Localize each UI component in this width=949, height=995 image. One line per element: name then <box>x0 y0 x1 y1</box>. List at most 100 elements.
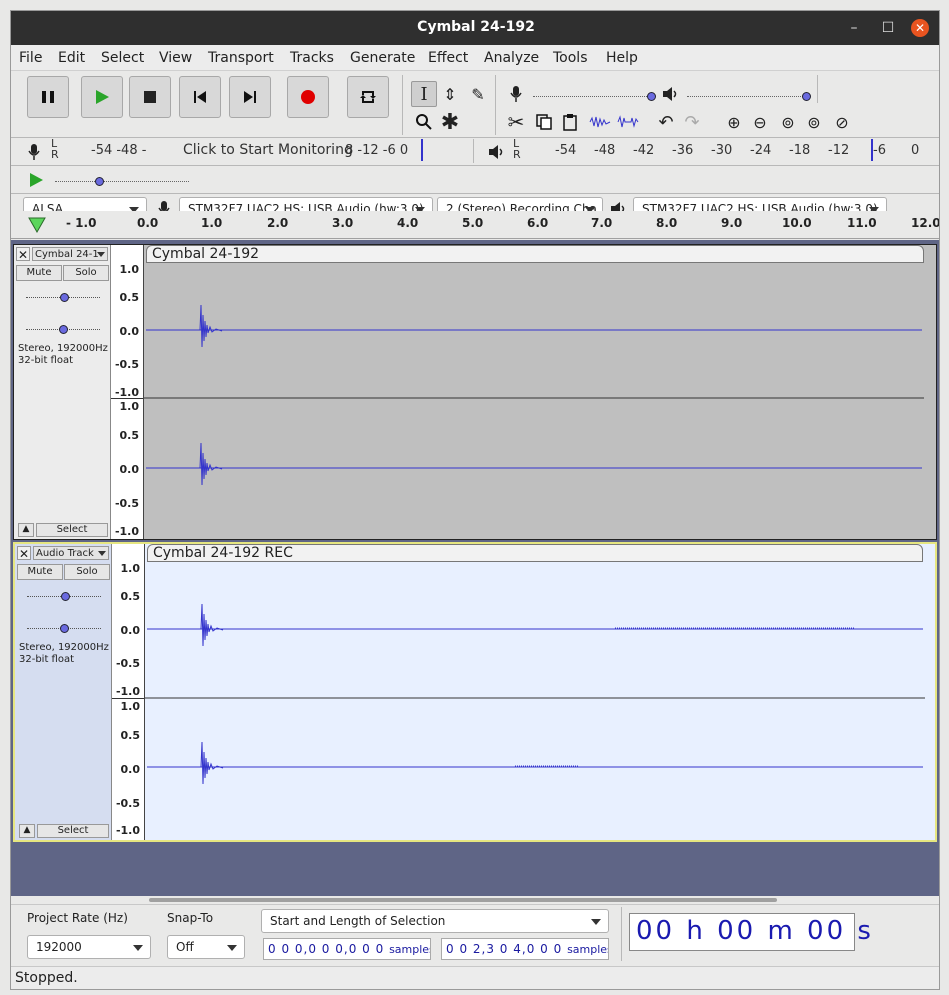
loop-button[interactable] <box>347 76 389 118</box>
pan-thumb[interactable] <box>59 325 68 334</box>
trim-button[interactable] <box>587 109 613 135</box>
selection-length-field[interactable]: 0 0 2,3 0 4,0 0 0 samples <box>441 938 609 960</box>
collapse-icon[interactable]: ▲ <box>19 824 35 838</box>
gain-thumb[interactable] <box>60 293 69 302</box>
zoom-in-button[interactable]: ⊕ <box>721 109 747 135</box>
record-meter-icon[interactable] <box>21 139 47 165</box>
scale-label: -0.5 <box>114 497 139 510</box>
horizontal-scrollbar[interactable] <box>11 896 939 904</box>
mute-button[interactable]: Mute <box>16 265 62 281</box>
playback-meter-icon[interactable] <box>483 139 509 165</box>
fit-project-icon: ⊚ <box>807 112 821 132</box>
cut-button[interactable]: ✂ <box>503 109 529 135</box>
fit-project-button[interactable]: ⊚ <box>801 109 827 135</box>
paste-button[interactable] <box>557 109 583 135</box>
play-icon <box>30 173 43 187</box>
menu-tools[interactable]: Tools <box>553 50 588 66</box>
maximize-button[interactable]: ☐ <box>879 19 897 37</box>
scale-label: 0.5 <box>120 729 141 742</box>
zoom-tool[interactable] <box>411 109 437 135</box>
play-speed-thumb[interactable] <box>95 177 104 186</box>
close-button[interactable]: ✕ <box>911 19 929 37</box>
envelope-tool[interactable]: ⇕ <box>437 81 463 107</box>
menu-effect[interactable]: Effect <box>428 50 468 66</box>
zoom-toggle-button[interactable]: ⊘ <box>829 109 855 135</box>
horizontal-scroll-thumb[interactable] <box>149 898 777 902</box>
track-close-button[interactable]: ✕ <box>16 247 30 262</box>
record-meter-scale-right: 8 -12 -6 0 <box>345 143 409 158</box>
track-bottom-bar: ▲ Select <box>16 521 109 537</box>
gain-thumb[interactable] <box>61 592 70 601</box>
magnifier-icon <box>416 114 432 130</box>
track-format-bits: 32-bit float <box>18 355 74 366</box>
zoom-out-button[interactable]: ⊖ <box>747 109 773 135</box>
play-at-speed-button[interactable] <box>23 167 49 193</box>
track-1-waveform[interactable]: Cymbal 24-192 <box>144 245 924 539</box>
track-name-menu[interactable]: Cymbal 24-1 <box>32 247 108 261</box>
scissors-icon: ✂ <box>507 110 525 134</box>
playback-meter-lr: LR <box>513 137 521 161</box>
microphone-icon <box>510 86 522 102</box>
solo-button[interactable]: Solo <box>63 265 109 281</box>
project-rate-select[interactable]: 192000 <box>27 935 151 959</box>
collapse-icon[interactable]: ▲ <box>18 523 34 537</box>
track-close-button[interactable]: ✕ <box>17 546 31 561</box>
multi-tool[interactable]: ✱ <box>437 109 463 135</box>
menu-select[interactable]: Select <box>101 50 144 66</box>
menu-edit[interactable]: Edit <box>58 50 85 66</box>
copy-icon <box>536 114 552 130</box>
play-speed-slider[interactable] <box>55 181 189 182</box>
scale-label: 0.0 <box>120 624 141 637</box>
record-volume-thumb[interactable] <box>647 92 656 101</box>
menu-transport[interactable]: Transport <box>208 50 274 66</box>
track-2-waveform[interactable]: Cymbal 24-192 REC <box>145 544 925 840</box>
track-select-button[interactable]: Select <box>36 523 108 537</box>
menu-file[interactable]: File <box>19 50 42 66</box>
fit-selection-icon: ⊚ <box>781 112 795 132</box>
snap-to-select[interactable]: Off <box>167 935 245 959</box>
stop-button[interactable] <box>129 76 171 118</box>
menu-view[interactable]: View <box>159 50 192 66</box>
selection-mode-select[interactable]: Start and Length of Selection <box>261 909 609 933</box>
selection-start-field[interactable]: 0 0 0,0 0 0,0 0 0 samples <box>263 938 431 960</box>
playback-volume-slider[interactable] <box>687 96 807 97</box>
audio-track-1[interactable]: ✕ Cymbal 24-1 Mute Solo Stereo, 192000Hz… <box>13 244 937 540</box>
record-volume-slider[interactable] <box>533 96 651 97</box>
menu-generate[interactable]: Generate <box>350 50 415 66</box>
pause-button[interactable] <box>27 76 69 118</box>
track-format-rate: Stereo, 192000Hz <box>19 642 109 653</box>
zoom-out-icon: ⊖ <box>753 112 767 132</box>
play-button[interactable] <box>81 76 123 118</box>
skip-start-button[interactable] <box>179 76 221 118</box>
scale-label: 1.0 <box>120 562 141 575</box>
draw-tool[interactable]: ✎ <box>465 81 491 107</box>
playback-meter-tick: -36 <box>672 143 694 158</box>
record-meter-hint[interactable]: Click to Start Monitoring <box>183 142 353 158</box>
solo-button[interactable]: Solo <box>64 564 110 580</box>
waveform-graphic <box>145 603 925 785</box>
fit-selection-button[interactable]: ⊚ <box>775 109 801 135</box>
undo-button[interactable]: ↶ <box>653 109 679 135</box>
track-panel-empty[interactable] <box>11 842 939 896</box>
status-bar: Stopped. <box>11 966 939 989</box>
menu-analyze[interactable]: Analyze <box>484 50 539 66</box>
timeline-ruler[interactable]: - 1.0 0.0 1.0 2.0 3.0 4.0 5.0 6.0 7.0 8.… <box>11 211 939 239</box>
menu-help[interactable]: Help <box>606 50 638 66</box>
copy-button[interactable] <box>531 109 557 135</box>
track-select-button[interactable]: Select <box>37 824 109 838</box>
redo-button[interactable]: ↷ <box>679 109 705 135</box>
audio-track-2[interactable]: ✕ Audio Track Mute Solo Stereo, 192000Hz… <box>13 542 937 842</box>
playback-volume-thumb[interactable] <box>802 92 811 101</box>
silence-button[interactable] <box>615 109 641 135</box>
minimize-button[interactable]: – <box>845 19 863 37</box>
menu-tracks[interactable]: Tracks <box>290 50 334 66</box>
skip-end-button[interactable] <box>229 76 271 118</box>
play-icon <box>96 90 109 104</box>
audio-position-display[interactable]: 00 h 00 m 00 s <box>629 913 871 951</box>
pan-thumb[interactable] <box>60 624 69 633</box>
track-name-menu[interactable]: Audio Track <box>33 546 109 560</box>
selection-tool[interactable]: I <box>411 81 437 107</box>
scale-label: -1.0 <box>115 685 140 698</box>
record-button[interactable] <box>287 76 329 118</box>
mute-button[interactable]: Mute <box>17 564 63 580</box>
